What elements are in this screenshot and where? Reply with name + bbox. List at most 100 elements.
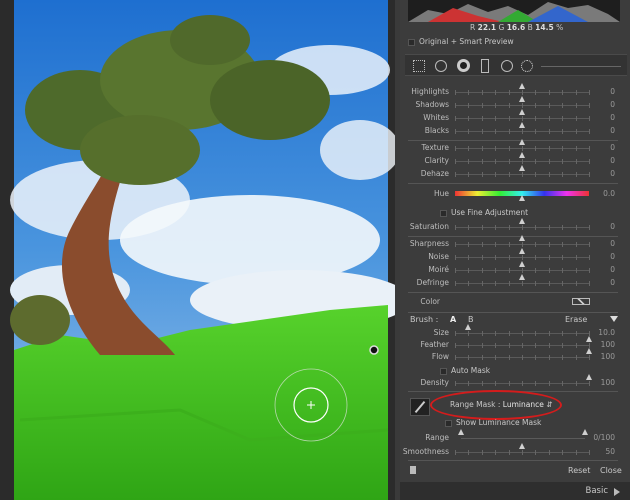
show-mask-checkbox[interactable]: Show Luminance Mask (445, 418, 541, 427)
slider-thumb[interactable] (519, 443, 525, 449)
eyedropper-icon[interactable] (410, 398, 430, 416)
slider-value: 0 (610, 156, 615, 165)
range-track (461, 438, 585, 439)
slider-value: 0 (610, 113, 615, 122)
density-slider[interactable]: Density 100 (403, 374, 627, 390)
mask-toggle-icon[interactable] (410, 466, 416, 474)
fine-adjustment-box[interactable] (440, 209, 447, 217)
slider-thumb[interactable] (519, 152, 525, 158)
divider (408, 140, 618, 141)
slider-thumb[interactable] (586, 336, 592, 342)
color-label: Color (420, 297, 440, 306)
brush-label: Brush : (410, 315, 439, 324)
clarity-slider[interactable]: Clarity 0 (403, 152, 627, 168)
slider-thumb[interactable] (519, 109, 525, 115)
tool-strip (405, 54, 627, 76)
fine-adjustment-checkbox[interactable]: Use Fine Adjustment (440, 208, 528, 217)
saturation-slider[interactable]: Saturation 0 (403, 218, 627, 234)
slider-label: Shadows (415, 100, 449, 109)
adjustment-brush-icon[interactable] (521, 60, 533, 72)
smart-preview-status[interactable]: Original + Smart Preview (408, 37, 514, 46)
slider-value: 0 (610, 278, 615, 287)
slider-thumb[interactable] (519, 248, 525, 254)
range-slider[interactable]: Range 0/100 (403, 429, 627, 445)
slider-track (455, 343, 590, 348)
range-label: Range (425, 433, 449, 442)
photo-image (10, 0, 395, 500)
slider-thumb[interactable] (519, 274, 525, 280)
slider-track (455, 242, 590, 247)
slider-value: 0 (610, 169, 615, 178)
slider-value: 0 (610, 265, 615, 274)
auto-mask-checkbox[interactable]: Auto Mask (440, 366, 490, 375)
slider-thumb[interactable] (519, 122, 525, 128)
slider-thumb[interactable] (586, 374, 592, 380)
fine-adjustment-label: Use Fine Adjustment (451, 208, 529, 217)
slider-label: Sharpness (409, 239, 449, 248)
slider-track (455, 172, 590, 177)
divider (408, 460, 618, 461)
blacks-slider[interactable]: Blacks 0 (403, 122, 627, 138)
dehaze-slider[interactable]: Dehaze 0 (403, 165, 627, 181)
color-row[interactable]: Color (400, 296, 630, 309)
collapse-triangle-icon[interactable] (610, 316, 618, 322)
slider-track (455, 381, 590, 386)
radial-filter-icon[interactable] (501, 60, 513, 72)
brush-erase-button[interactable]: Erase (565, 315, 587, 324)
graduated-filter-icon[interactable] (481, 59, 489, 73)
photo-canvas[interactable] (0, 0, 395, 500)
histogram-graph (408, 2, 620, 22)
noise-slider[interactable]: Noise 0 (403, 248, 627, 264)
basic-panel-header[interactable]: Basic (400, 482, 630, 500)
flow-slider[interactable]: Flow 100 (403, 348, 627, 364)
range-min-thumb[interactable] (458, 429, 464, 435)
shadows-slider[interactable]: Shadows 0 (403, 96, 627, 112)
divider (408, 183, 618, 184)
reset-button[interactable]: Reset (568, 466, 590, 475)
slider-thumb[interactable] (519, 139, 525, 145)
sharpness-slider[interactable]: Sharpness 0 (403, 235, 627, 251)
slider-label: Blacks (424, 126, 449, 135)
slider-thumb[interactable] (519, 96, 525, 102)
red-eye-tool-icon[interactable] (457, 59, 470, 72)
spot-removal-tool-icon[interactable] (435, 60, 447, 72)
tool-strip-slider[interactable] (541, 66, 621, 67)
slider-value: 0 (610, 143, 615, 152)
moir--slider[interactable]: Moiré 0 (403, 261, 627, 277)
slider-label: Defringe (416, 278, 449, 287)
slider-thumb[interactable] (519, 165, 525, 171)
slider-thumb[interactable] (519, 235, 525, 241)
slider-track (455, 268, 590, 273)
color-swatch-icon[interactable] (572, 298, 590, 305)
slider-thumb[interactable] (586, 348, 592, 354)
slider-value: 0 (610, 100, 615, 109)
slider-thumb[interactable] (519, 261, 525, 267)
slider-value: 100 (600, 378, 615, 387)
slider-label: Size (433, 328, 449, 337)
close-button[interactable]: Close (600, 466, 622, 475)
slider-track (455, 90, 590, 95)
hue-slider[interactable]: Hue 0.0 (403, 188, 627, 201)
smart-preview-icon (408, 38, 415, 46)
show-mask-box[interactable] (445, 419, 452, 427)
auto-mask-box[interactable] (440, 367, 447, 375)
texture-slider[interactable]: Texture 0 (403, 139, 627, 155)
brush-a-button[interactable]: A (450, 315, 456, 324)
hue-thumb[interactable] (519, 195, 525, 201)
whites-slider[interactable]: Whites 0 (403, 109, 627, 125)
slider-thumb[interactable] (519, 218, 525, 224)
crop-tool-icon[interactable] (413, 60, 425, 72)
slider-track (455, 255, 590, 260)
brush-b-button[interactable]: B (468, 315, 474, 324)
slider-thumb[interactable] (465, 324, 472, 330)
highlight-ellipse (430, 390, 562, 420)
slider-thumb[interactable] (519, 83, 525, 89)
smoothness-slider[interactable]: Smoothness 50 (402, 443, 627, 459)
slider-track (455, 146, 590, 151)
highlights-slider[interactable]: Highlights 0 (403, 83, 627, 99)
range-max-thumb[interactable] (582, 429, 588, 435)
range-value: 0/100 (593, 433, 615, 442)
slider-label: Whites (423, 113, 449, 122)
slider-label: Smoothness (402, 447, 449, 456)
defringe-slider[interactable]: Defringe 0 (403, 274, 627, 290)
